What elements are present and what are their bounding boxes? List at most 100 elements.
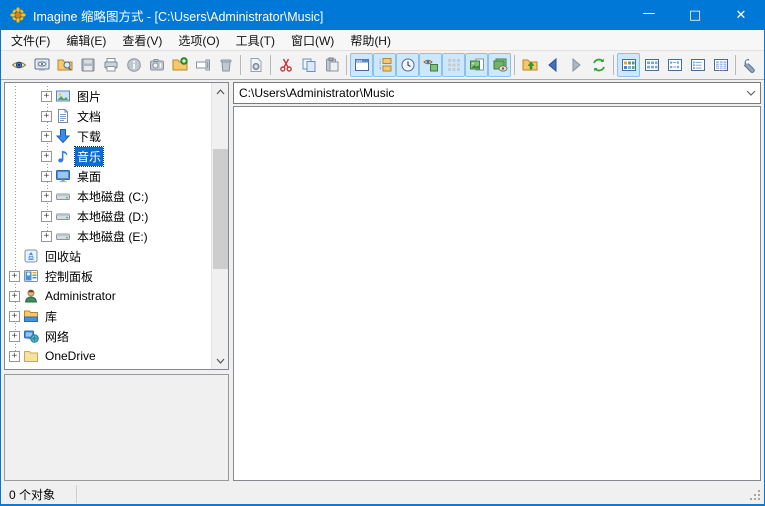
expand-plus-icon[interactable]: +: [41, 171, 52, 182]
toggle-grid-button[interactable]: [442, 53, 465, 77]
tree-item-drive-e[interactable]: + 本地磁盘 (E:): [5, 226, 211, 246]
tree-item-label-selected: 音乐: [75, 147, 103, 166]
copy-button[interactable]: [297, 53, 320, 77]
tree-item-music[interactable]: + 音乐: [5, 146, 211, 166]
view-details-button[interactable]: [709, 53, 732, 77]
menu-help[interactable]: 帮助(H): [342, 30, 399, 51]
rename-icon: [195, 57, 211, 73]
menu-view[interactable]: 查看(V): [114, 30, 170, 51]
up-level-button[interactable]: [518, 53, 541, 77]
new-folder-button[interactable]: [168, 53, 191, 77]
minimize-button[interactable]: —: [626, 0, 672, 30]
tree-item-drive-c[interactable]: + 本地磁盘 (C:): [5, 186, 211, 206]
control-panel-icon: [23, 268, 39, 284]
toggle-folder-tree-icon: [377, 57, 393, 73]
delete-button[interactable]: [214, 53, 237, 77]
user-icon: [23, 288, 39, 304]
close-button[interactable]: ✕: [718, 0, 764, 30]
toolbar-separator: [735, 55, 736, 75]
expand-plus-icon[interactable]: +: [41, 231, 52, 242]
viewer-button[interactable]: [30, 53, 53, 77]
toggle-viewer-pane-button[interactable]: [488, 53, 511, 77]
drive-icon: [55, 208, 71, 224]
camera-exif-icon: [149, 57, 165, 73]
tree-item-control-panel[interactable]: + 控制面板: [5, 266, 211, 286]
menu-file[interactable]: 文件(F): [3, 30, 58, 51]
expand-plus-icon[interactable]: +: [9, 331, 20, 342]
toggle-viewer-pane-icon: [492, 57, 508, 73]
toolbar-separator: [346, 55, 347, 75]
libraries-icon: [23, 308, 39, 324]
toggle-image-pane-button[interactable]: [465, 53, 488, 77]
tree-item-label: 本地磁盘 (D:): [75, 207, 150, 226]
expand-plus-icon[interactable]: +: [41, 211, 52, 222]
file-list-panel[interactable]: [233, 106, 761, 481]
tree-item-administrator[interactable]: + Administrator: [5, 286, 211, 306]
tree-item-label: 网络: [43, 327, 71, 346]
forward-button[interactable]: [564, 53, 587, 77]
expand-plus-icon[interactable]: +: [41, 111, 52, 122]
expand-plus-icon[interactable]: +: [9, 351, 20, 362]
expand-plus-icon[interactable]: +: [9, 271, 20, 282]
browse-button[interactable]: [7, 53, 30, 77]
cut-button[interactable]: [274, 53, 297, 77]
save-button[interactable]: [76, 53, 99, 77]
tree-item-pictures[interactable]: + 图片: [5, 86, 211, 106]
rename-button[interactable]: [191, 53, 214, 77]
menu-options[interactable]: 选项(O): [170, 30, 227, 51]
tree-item-downloads[interactable]: + 下载: [5, 126, 211, 146]
tree-item-drive-d[interactable]: + 本地磁盘 (D:): [5, 206, 211, 226]
maximize-button[interactable]: □: [672, 0, 718, 30]
tree-item-libraries[interactable]: + 库: [5, 306, 211, 326]
print-button[interactable]: [99, 53, 122, 77]
scrollbar-down-button[interactable]: [212, 352, 229, 369]
refresh-button[interactable]: [587, 53, 610, 77]
info-button[interactable]: [122, 53, 145, 77]
new-folder-icon: [172, 57, 188, 73]
view-list-button[interactable]: [686, 53, 709, 77]
toolbar-separator: [613, 55, 614, 75]
expand-plus-icon[interactable]: +: [9, 291, 20, 302]
recycle-bin-icon: [23, 248, 39, 264]
expand-plus-icon[interactable]: +: [41, 151, 52, 162]
address-input[interactable]: [234, 84, 742, 102]
chevron-down-icon[interactable]: [742, 90, 760, 96]
save-icon: [80, 57, 96, 73]
view-thumbnails-button[interactable]: [617, 53, 640, 77]
expand-plus-icon[interactable]: +: [41, 191, 52, 202]
open-folder-button[interactable]: [53, 53, 76, 77]
expand-plus-icon[interactable]: +: [9, 311, 20, 322]
batch-gear-icon: [248, 57, 264, 73]
menu-tools[interactable]: 工具(T): [228, 30, 283, 51]
tree-item-recycle-bin[interactable]: 回收站: [5, 246, 211, 266]
tree-item-documents[interactable]: + 文档: [5, 106, 211, 126]
expand-plus-icon[interactable]: +: [41, 131, 52, 142]
toggle-toolbar-button[interactable]: [350, 53, 373, 77]
view-small-icons-button[interactable]: [663, 53, 686, 77]
scrollbar-up-button[interactable]: [212, 83, 229, 100]
tree-item-desktop[interactable]: + 桌面: [5, 166, 211, 186]
paste-button[interactable]: [320, 53, 343, 77]
menu-window[interactable]: 窗口(W): [283, 30, 342, 51]
copy-icon: [301, 57, 317, 73]
expand-plus-icon[interactable]: +: [41, 91, 52, 102]
documents-icon: [55, 108, 71, 124]
options-button[interactable]: [739, 53, 762, 77]
view-tiles-button[interactable]: [640, 53, 663, 77]
tree-item-network[interactable]: + 网络: [5, 326, 211, 346]
scrollbar-thumb[interactable]: [213, 149, 228, 269]
toggle-preview-button[interactable]: [419, 53, 442, 77]
toggle-image-pane-icon: [469, 57, 485, 73]
batch-convert-button[interactable]: [244, 53, 267, 77]
capture-button[interactable]: [145, 53, 168, 77]
menu-edit[interactable]: 编辑(E): [58, 30, 114, 51]
toggle-history-button[interactable]: [396, 53, 419, 77]
resize-grip[interactable]: [758, 498, 760, 500]
toggle-folder-tree-button[interactable]: [373, 53, 396, 77]
music-icon: [55, 148, 71, 164]
tree-item-onedrive[interactable]: + OneDrive: [5, 346, 211, 366]
left-column: + 图片 + 文档 + 下载 +: [4, 82, 229, 481]
folder-tree-panel: + 图片 + 文档 + 下载 +: [4, 82, 229, 370]
tree-scrollbar[interactable]: [211, 83, 228, 369]
back-button[interactable]: [541, 53, 564, 77]
